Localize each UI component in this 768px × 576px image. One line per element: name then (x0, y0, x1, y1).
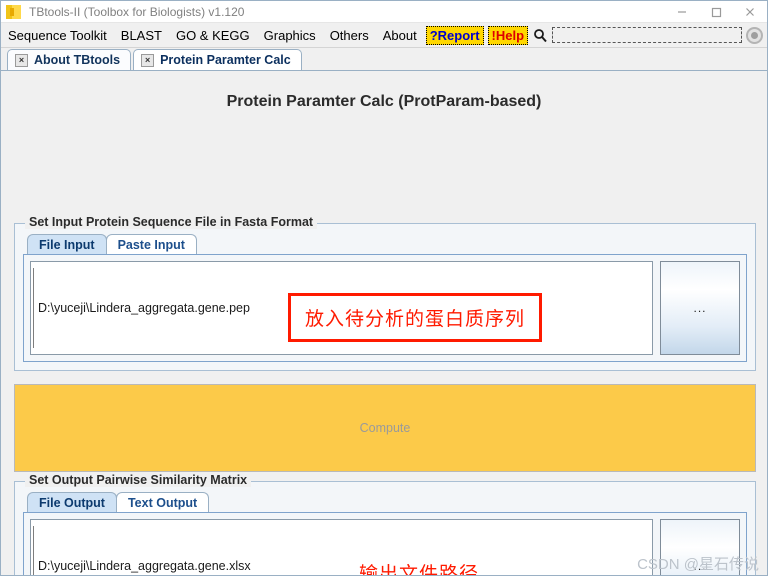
watermark: CSDN @星石传说 (637, 556, 759, 573)
menu-item-go-kegg[interactable]: GO & KEGG (169, 26, 257, 45)
input-browse-button[interactable]: ... (660, 261, 740, 355)
output-annotation-note: 输出文件路径 (359, 564, 480, 576)
input-path-value: D:\yuceji\Lindera_aggregata.gene.pep (38, 301, 250, 315)
menu-item-graphics[interactable]: Graphics (257, 26, 323, 45)
application-window: TBtools-II (Toolbox for Biologists) v1.1… (0, 0, 768, 576)
text-caret (33, 268, 34, 348)
content-area: Protein Paramter Calc (ProtParam-based) … (1, 71, 767, 576)
search-icon[interactable] (533, 28, 548, 43)
close-icon[interactable]: × (141, 53, 155, 67)
tbtools-logo-icon (6, 4, 22, 20)
menu-item-report[interactable]: ?Report (425, 25, 484, 45)
compute-button[interactable]: Compute (14, 384, 756, 472)
tab-file-input[interactable]: File Input (27, 234, 107, 255)
tab-label: Protein Paramter Calc (160, 53, 291, 67)
tab-label: About TBtools (34, 53, 121, 67)
status-indicator-icon[interactable] (746, 26, 763, 44)
title-bar: TBtools-II (Toolbox for Biologists) v1.1… (1, 1, 767, 23)
document-tab-strip: × About TBtools × Protein Paramter Calc (1, 48, 767, 71)
tab-file-output[interactable]: File Output (27, 492, 117, 513)
input-tab-bar: File Input Paste Input (23, 233, 747, 255)
window-title: TBtools-II (Toolbox for Biologists) v1.1… (29, 4, 245, 19)
page-title: Protein Paramter Calc (ProtParam-based) (226, 93, 542, 110)
menu-item-sequence-toolkit[interactable]: Sequence Toolkit (1, 26, 114, 45)
menu-item-help[interactable]: !Help (487, 25, 529, 45)
output-group-legend: Set Output Pairwise Similarity Matrix (25, 473, 252, 487)
menu-item-blast[interactable]: BLAST (114, 26, 169, 45)
menu-item-others[interactable]: Others (323, 26, 376, 45)
minimize-button[interactable] (665, 1, 699, 23)
output-path-field[interactable]: D:\yuceji\Lindera_aggregata.gene.xlsx (30, 519, 653, 575)
tab-paste-input[interactable]: Paste Input (105, 234, 197, 255)
tab-about-tbtools[interactable]: × About TBtools (7, 49, 132, 70)
text-caret (33, 526, 34, 575)
search-input[interactable] (552, 27, 742, 43)
menu-bar: Sequence Toolkit BLAST GO & KEGG Graphic… (1, 23, 767, 48)
close-icon[interactable]: × (15, 53, 28, 67)
input-annotation-note: 放入待分析的蛋白质序列 (288, 293, 543, 342)
tab-protein-paramter-calc[interactable]: × Protein Paramter Calc (133, 49, 302, 70)
output-tab-bar: File Output Text Output (23, 491, 747, 513)
maximize-button[interactable] (699, 1, 733, 23)
menu-item-about[interactable]: About (376, 26, 424, 45)
input-group-legend: Set Input Protein Sequence File in Fasta… (25, 215, 318, 229)
tab-text-output[interactable]: Text Output (115, 492, 210, 513)
close-button[interactable] (733, 1, 767, 23)
output-path-value: D:\yuceji\Lindera_aggregata.gene.xlsx (38, 559, 251, 573)
